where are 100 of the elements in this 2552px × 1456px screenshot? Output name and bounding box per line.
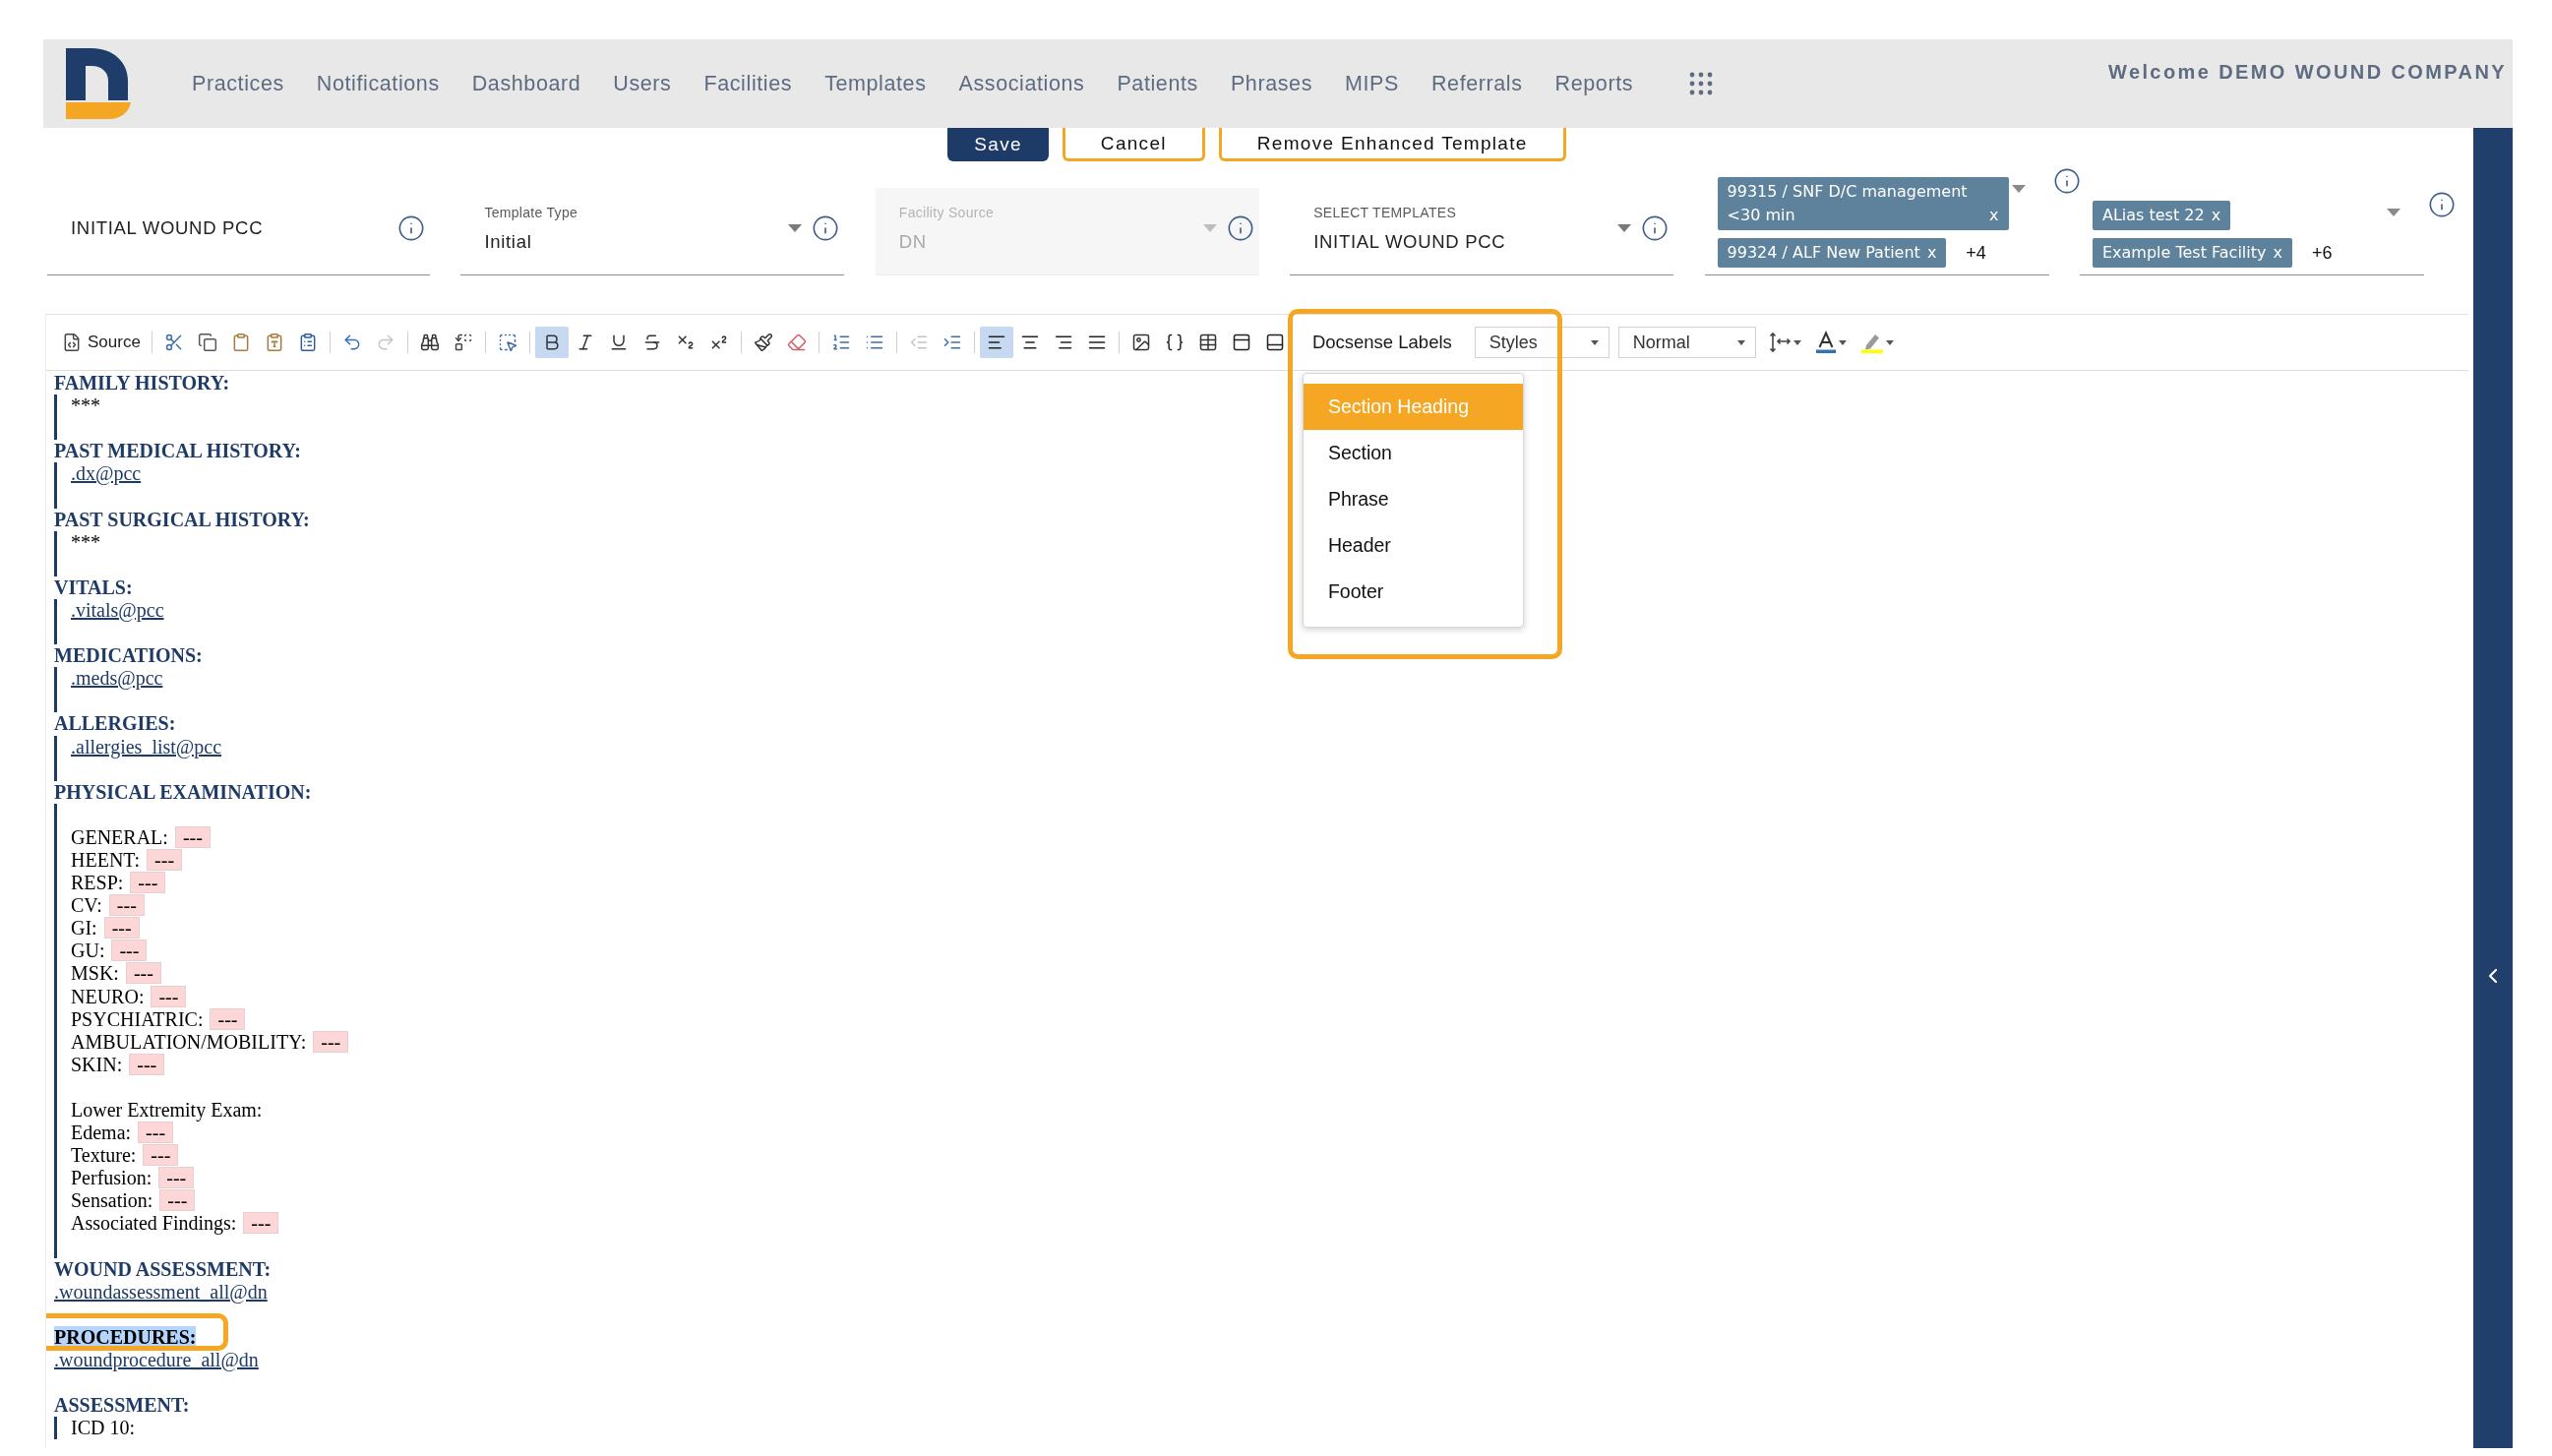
fill-in-field[interactable]: --- <box>313 1030 349 1053</box>
fill-in-field[interactable]: --- <box>143 1144 179 1167</box>
caret-icon[interactable] <box>788 224 803 232</box>
phrase-link[interactable]: .meds@pcc <box>71 667 163 690</box>
info-icon[interactable] <box>2052 167 2081 195</box>
section-heading: ASSESSMENT: <box>54 1394 190 1418</box>
phrase-link[interactable]: .woundprocedure_all@dn <box>54 1349 259 1371</box>
grid-icon[interactable] <box>1689 72 1714 95</box>
fill-in-field[interactable]: --- <box>108 894 145 917</box>
select-all-icon <box>497 333 517 352</box>
field-label: Template Type <box>484 203 578 221</box>
welcome-text: Welcome DEMO WOUND COMPANY <box>2107 61 2507 84</box>
phrase-link[interactable]: .vitals@pcc <box>71 598 164 621</box>
dropdown-value: Styles <box>1489 332 1538 353</box>
fill-in-field[interactable]: --- <box>111 940 148 962</box>
nav-link[interactable]: Practices <box>192 71 284 96</box>
info-icon[interactable] <box>812 214 840 242</box>
phrase-link[interactable]: .allergies_list@pcc <box>71 735 221 758</box>
fill-in-field[interactable]: --- <box>210 1007 246 1030</box>
text-color-icon <box>1814 331 1837 354</box>
phrase-link[interactable]: .dx@pcc <box>71 462 142 485</box>
remove-chip-button[interactable]: x <box>1989 204 1999 227</box>
fill-in-field[interactable]: --- <box>138 1122 174 1144</box>
chip-label: 99315 / SNF D/C management <30 min <box>1727 181 1969 226</box>
outline-button[interactable]: Remove Enhanced Template <box>1218 128 1566 161</box>
numbered-list-icon <box>830 333 851 352</box>
info-icon[interactable] <box>2427 191 2456 218</box>
menu-item[interactable]: Header <box>1303 522 1523 569</box>
fill-in-field[interactable]: --- <box>158 1167 195 1189</box>
select-field[interactable]: SELECT TEMPLATES INITIAL WOUND PCC <box>1290 188 1674 275</box>
field-label: PSYCHIATRIC: <box>71 1007 204 1030</box>
field-label: GENERAL: <box>71 825 168 848</box>
info-icon[interactable] <box>1641 214 1670 242</box>
fill-in-field[interactable]: --- <box>103 917 140 940</box>
caret-icon[interactable] <box>1617 224 1632 232</box>
format-dropdown[interactable]: Normal <box>1617 327 1756 358</box>
field-label: Associated Findings: <box>71 1212 237 1235</box>
nav-link[interactable]: Referrals <box>1430 71 1523 96</box>
fill-in-field[interactable]: --- <box>147 848 183 871</box>
source-button[interactable]: Source <box>56 327 147 358</box>
align-justify-icon <box>1086 333 1107 352</box>
field-label: GI: <box>71 917 97 940</box>
nav-link[interactable]: Reports <box>1554 71 1634 96</box>
fill-in-field[interactable]: --- <box>159 1189 196 1212</box>
align-left-button[interactable] <box>979 327 1013 358</box>
align-left-icon <box>986 333 1006 352</box>
nav-link[interactable]: MIPS <box>1345 71 1399 96</box>
outline-button[interactable]: Cancel <box>1062 128 1205 161</box>
labels-menu-button[interactable]: Docsense Labels <box>1302 327 1462 358</box>
remove-chip-button[interactable]: x <box>2211 204 2221 227</box>
nav-link[interactable]: Phrases <box>1230 71 1312 96</box>
menu-item[interactable]: Footer <box>1303 569 1523 615</box>
field-label: CV: <box>71 894 102 917</box>
nav-link[interactable]: Patients <box>1117 71 1198 96</box>
nav-link[interactable]: Notifications <box>316 71 440 96</box>
caret-icon[interactable] <box>2386 209 2400 216</box>
nav-link[interactable]: Associations <box>958 71 1085 96</box>
nav-link[interactable]: Templates <box>824 71 927 96</box>
menu-item[interactable]: Section <box>1303 430 1523 476</box>
section-heading: FAMILY HISTORY: <box>54 372 230 395</box>
multi-select-field[interactable]: 99315 / SNF D/C management <30 min x 99324 / ALF New Patient x +4 <box>1704 177 2049 275</box>
nav-link[interactable]: Users <box>613 71 672 96</box>
field-value: INITIAL WOUND PCC <box>71 216 264 240</box>
section-heading: PHYSICAL EXAMINATION: <box>54 780 312 804</box>
more-count: +4 <box>1966 242 1986 264</box>
binoculars-icon <box>419 333 440 352</box>
multi-select-field[interactable]: ALias test 22 x Example Test Facility x +6 <box>2079 177 2424 275</box>
indent-icon <box>942 333 962 352</box>
nav-link[interactable]: Facilities <box>703 71 793 96</box>
select-field[interactable]: Template Type Initial <box>460 188 845 275</box>
fill-in-field[interactable]: --- <box>129 1053 165 1075</box>
body-text: Lower Extremity Exam: <box>71 1099 263 1121</box>
menu-item[interactable]: Phrase <box>1303 476 1523 522</box>
save-button[interactable]: Save <box>947 128 1049 161</box>
phrase-link[interactable]: .woundassessment_all@dn <box>54 1280 268 1303</box>
format-dropdown[interactable]: Styles <box>1474 327 1610 358</box>
field-label: SELECT TEMPLATES <box>1313 203 1457 221</box>
fill-in-field[interactable]: --- <box>130 872 166 894</box>
caret-icon <box>1885 339 1894 345</box>
text-field[interactable]: INITIAL WOUND PCC <box>47 188 430 275</box>
bold-button[interactable] <box>534 327 569 358</box>
more-count: +6 <box>2311 242 2333 264</box>
section-heading: MEDICATIONS: <box>54 644 203 668</box>
nav-link[interactable]: Dashboard <box>471 71 581 96</box>
fill-in-field[interactable]: --- <box>125 962 161 985</box>
field-label: NEURO: <box>71 985 145 1007</box>
fill-in-field[interactable]: --- <box>174 825 211 848</box>
field-label: SKIN: <box>71 1053 123 1075</box>
remove-chip-button[interactable]: x <box>2273 241 2282 265</box>
fill-in-field[interactable]: --- <box>151 985 187 1007</box>
image-icon <box>1130 333 1151 352</box>
caret-icon[interactable] <box>2011 185 2026 193</box>
field-label: MSK: <box>71 962 119 985</box>
fill-in-field[interactable]: --- <box>243 1212 279 1235</box>
body-text: ICD 10: <box>71 1417 135 1439</box>
info-icon[interactable] <box>397 214 425 242</box>
replace-icon <box>453 333 473 352</box>
remove-chip-button[interactable]: x <box>1926 241 1937 265</box>
field-value: DN <box>898 229 927 254</box>
field-label: Facility Source <box>898 203 995 221</box>
